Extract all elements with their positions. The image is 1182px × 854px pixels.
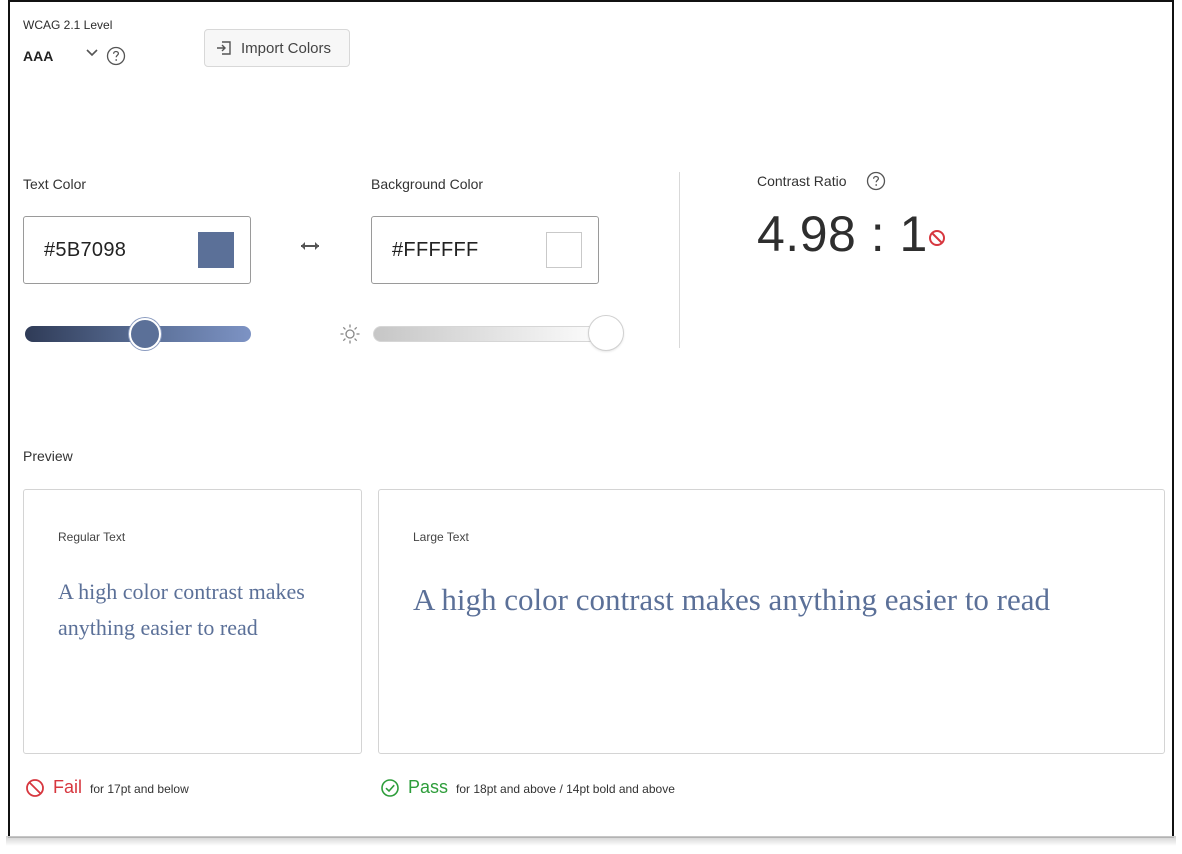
import-colors-button[interactable]: Import Colors [204, 29, 350, 67]
background-brightness-slider-track[interactable] [373, 326, 613, 342]
text-color-slider-thumb[interactable] [129, 318, 161, 350]
app-frame: WCAG 2.1 Level AAA Import Colors Text Co… [8, 0, 1174, 838]
large-text-result: Pass for 18pt and above / 14pt bold and … [380, 777, 675, 798]
contrast-ratio-value: 4.98 : 1 [757, 206, 928, 262]
background-color-field[interactable]: #FFFFFF [371, 216, 599, 284]
pass-icon [381, 778, 399, 797]
sun-icon [340, 324, 360, 344]
help-icon[interactable] [866, 171, 886, 191]
background-color-label: Background Color [371, 176, 484, 192]
large-text-preview-card: Large Text A high color contrast makes a… [378, 489, 1165, 754]
large-text-title: Large Text [413, 530, 469, 544]
fail-icon [26, 778, 44, 797]
wcag-level-label: WCAG 2.1 Level [23, 18, 113, 32]
frame-shadow [6, 836, 1176, 846]
large-text-sample: A high color contrast makes anything eas… [413, 582, 1051, 617]
swap-icon[interactable] [298, 238, 322, 254]
large-result-status: Pass [408, 777, 449, 797]
chevron-down-icon[interactable] [84, 44, 100, 60]
import-colors-label: Import Colors [241, 39, 332, 57]
background-color-swatch[interactable] [546, 232, 582, 268]
text-color-hex[interactable]: #5B7098 [44, 239, 126, 262]
import-icon [217, 41, 231, 55]
text-color-swatch[interactable] [198, 232, 234, 268]
help-icon[interactable] [106, 46, 126, 66]
regular-result-status: Fail [53, 777, 83, 797]
preview-label: Preview [23, 448, 73, 464]
text-color-label: Text Color [23, 176, 87, 192]
regular-result-note: for 17pt and below [90, 782, 189, 796]
regular-text-sample: A high color contrast makes anything eas… [58, 579, 305, 640]
vertical-divider [679, 172, 680, 348]
regular-text-preview-card: Regular Text A high color contrast makes… [23, 489, 362, 754]
regular-text-result: Fail for 17pt and below [25, 777, 189, 798]
large-result-note: for 18pt and above / 14pt bold and above [456, 782, 675, 796]
wcag-level-select[interactable]: AAA [23, 48, 53, 64]
background-color-hex[interactable]: #FFFFFF [392, 239, 479, 262]
fail-icon [929, 230, 945, 246]
regular-text-title: Regular Text [58, 530, 126, 544]
contrast-ratio-label: Contrast Ratio [757, 173, 847, 189]
background-brightness-slider-thumb[interactable] [588, 315, 624, 351]
text-color-field[interactable]: #5B7098 [23, 216, 251, 284]
